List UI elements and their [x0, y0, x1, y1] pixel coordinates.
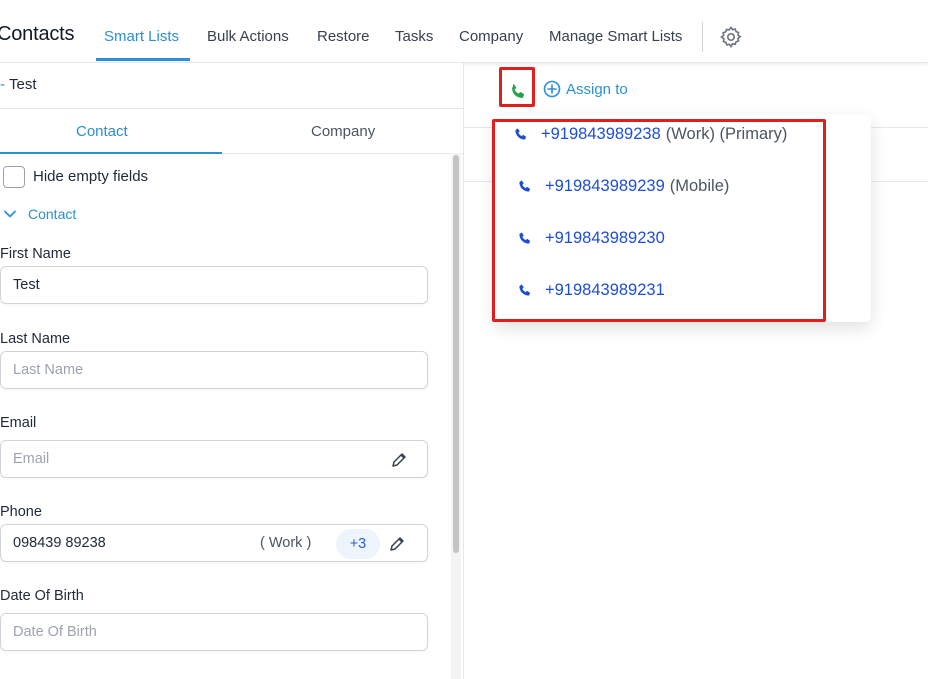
tab-restore[interactable]: Restore: [317, 28, 370, 45]
tab-smart-lists[interactable]: Smart Lists: [104, 28, 179, 45]
call-button-highlight: [499, 67, 535, 107]
tab-bulk-actions[interactable]: Bulk Actions: [207, 28, 289, 45]
divider: [0, 108, 463, 109]
first-name-value: Test: [13, 277, 40, 293]
assign-to-button[interactable]: Assign to: [543, 80, 628, 98]
app-title: Contacts: [0, 23, 75, 45]
record-name-text: Test: [9, 76, 37, 93]
chevron-down-icon: [4, 210, 16, 218]
email-placeholder: Email: [13, 451, 50, 467]
phone-value: 098439 89238: [13, 535, 106, 551]
gear-icon[interactable]: [719, 25, 743, 49]
assign-to-label: Assign to: [566, 80, 628, 98]
tab-company[interactable]: Company: [459, 28, 523, 45]
tab-tasks[interactable]: Tasks: [395, 28, 433, 45]
top-nav: Contacts Smart Lists Bulk Actions Restor…: [0, 0, 928, 63]
phone-label: Phone: [0, 504, 42, 520]
dob-label: Date Of Birth: [0, 588, 84, 604]
first-name-label: First Name: [0, 246, 71, 262]
last-name-field[interactable]: Last Name: [0, 351, 428, 389]
more-phones-badge[interactable]: +3: [336, 529, 380, 559]
scrollbar-thumb[interactable]: [453, 155, 459, 553]
active-tab-indicator: [96, 58, 190, 61]
dob-placeholder: Date Of Birth: [13, 624, 97, 640]
panel-tab-contact[interactable]: Contact: [76, 123, 128, 140]
hide-empty-label: Hide empty fields: [33, 168, 149, 185]
last-name-label: Last Name: [0, 331, 71, 347]
record-name: - Test: [0, 76, 37, 93]
phone-type: ( Work ): [260, 535, 312, 551]
email-label: Email: [0, 415, 37, 431]
phone-field[interactable]: 098439 89238 ( Work ) +3: [0, 524, 428, 562]
email-field[interactable]: Email: [0, 440, 428, 478]
collapse-dash-icon[interactable]: -: [0, 76, 5, 93]
section-label: Contact: [28, 206, 77, 222]
nav-divider: [702, 22, 703, 52]
tab-manage-smart-lists[interactable]: Manage Smart Lists: [549, 28, 682, 45]
dropdown-highlight: [492, 119, 826, 322]
plus-circle-icon: [543, 80, 561, 98]
pencil-icon[interactable]: [390, 451, 408, 469]
contact-section-toggle[interactable]: Contact: [2, 206, 76, 222]
contact-detail-panel: - Test Contact Company Hide empty fields …: [0, 63, 464, 679]
panel-tab-company[interactable]: Company: [311, 123, 375, 140]
pencil-icon[interactable]: [388, 535, 406, 553]
panel-tab-indicator: [0, 152, 222, 154]
first-name-field[interactable]: Test: [0, 266, 428, 304]
hide-empty-checkbox[interactable]: [3, 166, 25, 188]
last-name-placeholder: Last Name: [13, 362, 84, 378]
dob-field[interactable]: Date Of Birth: [0, 613, 428, 651]
